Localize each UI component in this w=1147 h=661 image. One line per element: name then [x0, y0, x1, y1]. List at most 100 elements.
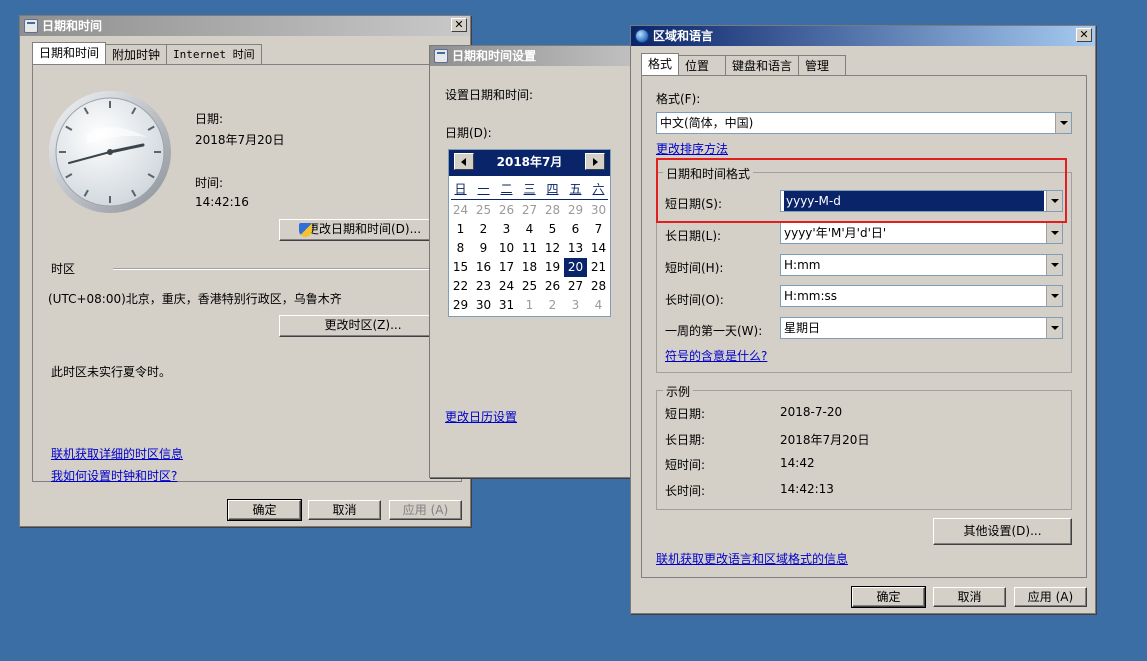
prev-month-button[interactable]: [454, 153, 474, 170]
calendar-day[interactable]: 16: [472, 258, 495, 277]
long-date-select[interactable]: yyyy'年'M'月'd'日': [780, 222, 1063, 244]
calendar-day[interactable]: 13: [564, 239, 587, 258]
calendar-day[interactable]: 10: [495, 239, 518, 258]
example-long-date-value: 2018年7月20日: [780, 433, 870, 447]
calendar-day[interactable]: 4: [518, 220, 541, 239]
calendar-day[interactable]: 8: [449, 239, 472, 258]
tab-keyboards-languages[interactable]: 键盘和语言: [725, 55, 800, 75]
weekday-header: 日: [454, 182, 467, 196]
calendar-day[interactable]: 29: [564, 201, 587, 220]
calendar-day[interactable]: 28: [541, 201, 564, 220]
change-sort-method-link[interactable]: 更改排序方法: [656, 140, 728, 157]
example-short-date-label: 短日期:: [665, 407, 706, 421]
change-timezone-button[interactable]: 更改时区(Z)...: [279, 315, 447, 337]
set-datetime-prompt: 设置日期和时间:: [445, 88, 534, 102]
long-date-label: 长日期(L):: [665, 229, 722, 243]
calendar-date-label: 日期(D):: [445, 126, 492, 140]
calendar-day[interactable]: 25: [472, 201, 495, 220]
time-label: 时间:: [195, 176, 224, 190]
cancel-button[interactable]: 取消: [933, 587, 1006, 607]
calendar-day[interactable]: 24: [495, 277, 518, 296]
long-time-label: 长时间(O):: [665, 293, 724, 307]
online-language-info-link[interactable]: 联机获取更改语言和区域格式的信息: [656, 550, 848, 567]
calendar-day[interactable]: 14: [587, 239, 610, 258]
calendar-day[interactable]: 29: [449, 296, 472, 315]
calendar-clock-icon: [434, 49, 448, 63]
ok-button[interactable]: 确定: [227, 499, 302, 521]
calendar-day[interactable]: 25: [518, 277, 541, 296]
calendar-day[interactable]: 6: [564, 220, 587, 239]
apply-button[interactable]: 应用 (A): [389, 500, 462, 520]
calendar-day[interactable]: 4: [587, 296, 610, 315]
ok-button[interactable]: 确定: [851, 586, 926, 608]
calendar-day[interactable]: 19: [541, 258, 564, 277]
calendar-divider: [451, 199, 608, 200]
cancel-button[interactable]: 取消: [308, 500, 381, 520]
calendar-day[interactable]: 1: [449, 220, 472, 239]
calendar-days: 24 25 26 27 28 29 30 1 2 3 4 5 6 7 8 9 10 11 12 13 14 15 16 17 1…: [449, 201, 610, 315]
calendar-day[interactable]: 3: [495, 220, 518, 239]
tab-formats[interactable]: 格式: [641, 53, 680, 75]
chevron-down-icon[interactable]: [1046, 255, 1062, 275]
short-time-select[interactable]: H:mm: [780, 254, 1063, 276]
calendar-day[interactable]: 9: [472, 239, 495, 258]
datetime-window-titlebar[interactable]: 日期和时间 ✕: [20, 16, 470, 36]
calendar-day[interactable]: 31: [495, 296, 518, 315]
calendar-day[interactable]: 28: [587, 277, 610, 296]
calendar-day[interactable]: 24: [449, 201, 472, 220]
chevron-down-icon[interactable]: [1046, 286, 1062, 306]
calendar-day[interactable]: 21: [587, 258, 610, 277]
format-select[interactable]: 中文(简体，中国): [656, 112, 1072, 134]
how-to-set-clock-link[interactable]: 我如何设置时钟和时区?: [51, 467, 177, 484]
calendar-day[interactable]: 23: [472, 277, 495, 296]
calendar-day[interactable]: 11: [518, 239, 541, 258]
calendar-day[interactable]: 27: [518, 201, 541, 220]
calendar-day[interactable]: 3: [564, 296, 587, 315]
calendar-day[interactable]: 17: [495, 258, 518, 277]
change-calendar-settings-link[interactable]: 更改日历设置: [445, 408, 517, 425]
other-settings-button[interactable]: 其他设置(D)...: [933, 518, 1072, 545]
globe-icon: [635, 29, 649, 43]
tab-administrative[interactable]: 管理: [798, 55, 847, 75]
calendar-weekdays: 日 一 二 三 四 五 六: [449, 181, 610, 198]
timezone-label: 时区: [51, 262, 76, 276]
tab-datetime[interactable]: 日期和时间: [32, 42, 107, 64]
close-button[interactable]: ✕: [1076, 28, 1092, 42]
symbol-meaning-link[interactable]: 符号的含意是什么?: [665, 347, 767, 364]
calendar-day[interactable]: 26: [541, 277, 564, 296]
change-datetime-button[interactable]: 更改日期和时间(D)...: [279, 219, 431, 241]
chevron-down-icon[interactable]: [1055, 113, 1071, 133]
chevron-down-icon[interactable]: [1046, 318, 1062, 338]
calendar-day[interactable]: 20: [564, 258, 587, 277]
calendar-day[interactable]: 2: [472, 220, 495, 239]
next-month-button[interactable]: [585, 153, 605, 170]
uac-shield-icon: [299, 223, 312, 237]
calendar-day[interactable]: 15: [449, 258, 472, 277]
calendar-day[interactable]: 5: [541, 220, 564, 239]
example-long-time-value: 14:42:13: [780, 482, 834, 496]
calendar-day[interactable]: 1: [518, 296, 541, 315]
calendar-day[interactable]: 30: [587, 201, 610, 220]
calendar-month-title: 2018年7月: [496, 155, 563, 169]
long-time-select[interactable]: H:mm:ss: [780, 285, 1063, 307]
chevron-down-icon[interactable]: [1046, 223, 1062, 243]
calendar-day[interactable]: 26: [495, 201, 518, 220]
tab-location[interactable]: 位置: [678, 55, 727, 75]
tab-additional-clocks[interactable]: 附加时钟: [105, 44, 168, 64]
date-value: 2018年7月20日: [195, 133, 285, 147]
timezone-info-link[interactable]: 联机获取详细的时区信息: [51, 445, 183, 462]
region-window-titlebar[interactable]: 区域和语言 ✕: [631, 26, 1095, 46]
calendar-day[interactable]: 30: [472, 296, 495, 315]
calendar-day[interactable]: 2: [541, 296, 564, 315]
tab-internet-time[interactable]: Internet 时间: [166, 44, 262, 64]
calendar-day[interactable]: 7: [587, 220, 610, 239]
calendar-day[interactable]: 12: [541, 239, 564, 258]
calendar-day[interactable]: 22: [449, 277, 472, 296]
calendar-day[interactable]: 27: [564, 277, 587, 296]
datetime-window-title: 日期和时间: [42, 19, 103, 33]
example-long-date-label: 长日期:: [665, 433, 706, 447]
first-day-select[interactable]: 星期日: [780, 317, 1063, 339]
calendar-day[interactable]: 18: [518, 258, 541, 277]
close-button[interactable]: ✕: [451, 18, 467, 32]
apply-button[interactable]: 应用 (A): [1014, 587, 1087, 607]
